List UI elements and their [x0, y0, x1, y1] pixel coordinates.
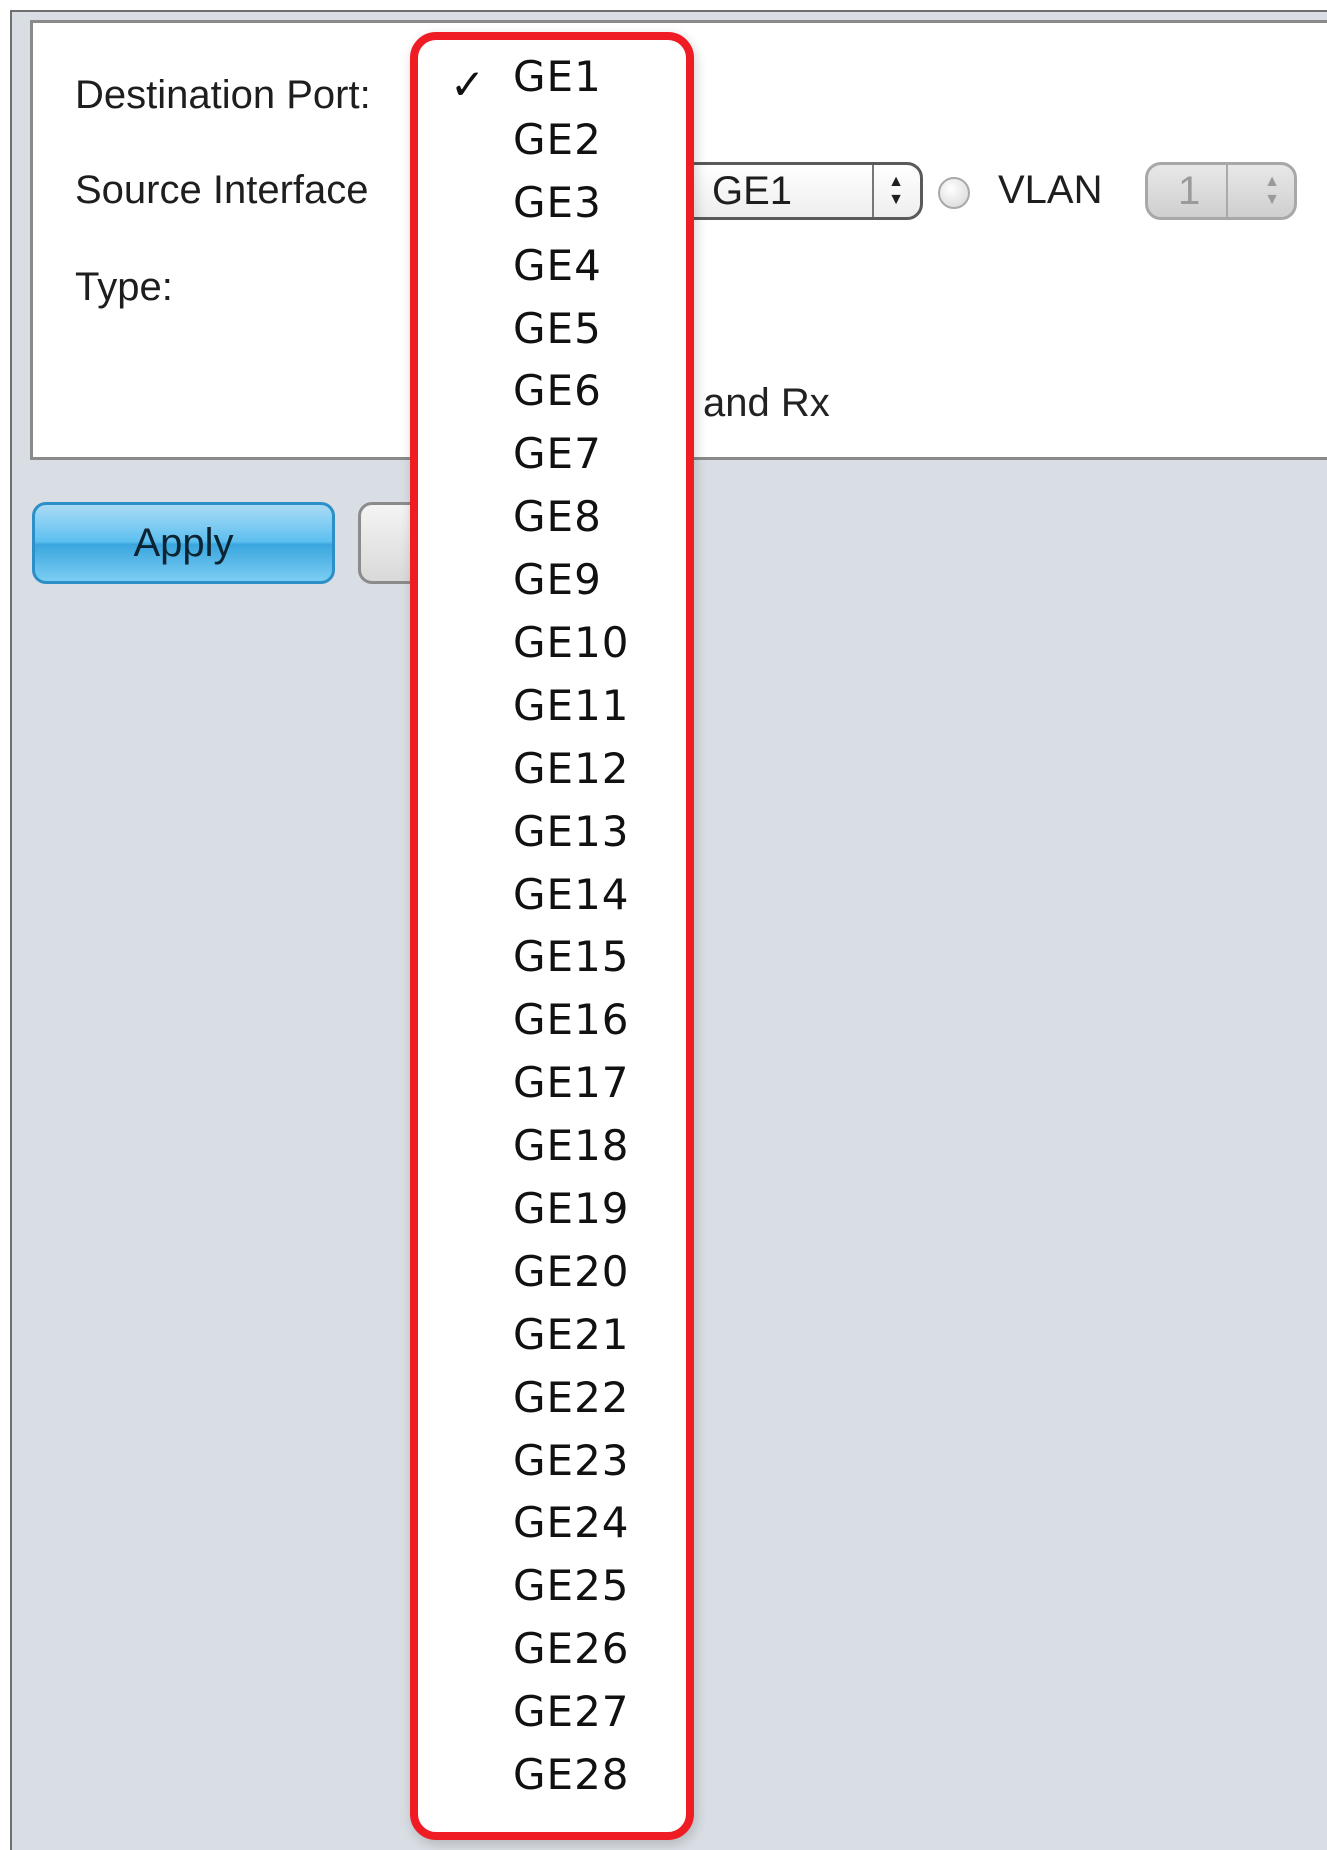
dropdown-option-ge27[interactable]: GE27: [418, 1681, 686, 1744]
dropdown-option-label: GE14: [513, 869, 630, 919]
dropdown-option-ge26[interactable]: GE26: [418, 1618, 686, 1681]
dropdown-option-ge13[interactable]: GE13: [418, 801, 686, 864]
dropdown-option-ge22[interactable]: GE22: [418, 1367, 686, 1430]
dropdown-option-label: GE7: [513, 429, 602, 479]
vlan-select-divider: [1226, 165, 1228, 217]
dropdown-option-ge19[interactable]: GE19: [418, 1178, 686, 1241]
dropdown-option-label: GE28: [513, 1750, 630, 1800]
dropdown-option-ge11[interactable]: GE11: [418, 675, 686, 738]
vlan-value: 1: [1178, 169, 1201, 213]
dropdown-option-ge1[interactable]: ✓ GE1: [418, 46, 686, 109]
source-interface-label: Source Interface: [75, 168, 369, 212]
dropdown-option-label: GE8: [513, 492, 602, 542]
dropdown-option-label: GE20: [513, 1246, 630, 1296]
source-port-select[interactable]: GE1 ▲ ▼: [655, 162, 923, 220]
up-down-arrows-icon: ▲ ▼: [888, 173, 904, 208]
dropdown-option-ge15[interactable]: GE15: [418, 926, 686, 989]
dropdown-option-label: GE11: [513, 680, 630, 730]
dropdown-option-ge8[interactable]: GE8: [418, 486, 686, 549]
dropdown-option-label: GE4: [513, 240, 602, 290]
destination-port-label: Destination Port:: [75, 73, 371, 117]
destination-port-dropdown-menu[interactable]: ✓ GE1 GE2 GE3 GE4 GE5 GE6 GE7 GE8 GE9 GE10 GE11 GE12…: [410, 32, 694, 1840]
dropdown-option-ge25[interactable]: GE25: [418, 1555, 686, 1618]
dropdown-option-ge5[interactable]: GE5: [418, 298, 686, 361]
dropdown-option-ge18[interactable]: GE18: [418, 1115, 686, 1178]
dropdown-option-label: GE19: [513, 1184, 630, 1234]
checkmark-icon: ✓: [450, 60, 486, 109]
dropdown-option-label: GE21: [513, 1309, 630, 1359]
dropdown-option-ge20[interactable]: GE20: [418, 1241, 686, 1304]
dropdown-option-label: GE6: [513, 366, 602, 416]
dropdown-option-ge14[interactable]: GE14: [418, 864, 686, 927]
vlan-radio[interactable]: [938, 177, 970, 209]
dropdown-option-ge7[interactable]: GE7: [418, 423, 686, 486]
dropdown-option-ge16[interactable]: GE16: [418, 989, 686, 1052]
dropdown-option-label: GE1: [513, 52, 602, 101]
dropdown-option-label: GE26: [513, 1624, 630, 1674]
type-label: Type:: [75, 265, 173, 309]
vlan-select[interactable]: 1 ▲ ▼: [1145, 162, 1297, 220]
dropdown-option-label: GE25: [513, 1561, 630, 1611]
screenshot-page: Destination Port: Source Interface GE1 ▲…: [0, 0, 1327, 1850]
dropdown-option-ge6[interactable]: GE6: [418, 360, 686, 423]
dropdown-option-ge9[interactable]: GE9: [418, 549, 686, 612]
dropdown-option-label: GE27: [513, 1687, 630, 1737]
dropdown-option-label: GE16: [513, 995, 630, 1045]
dropdown-option-ge12[interactable]: GE12: [418, 738, 686, 801]
vlan-label: VLAN: [998, 168, 1103, 212]
dropdown-option-label: GE15: [513, 932, 630, 982]
dropdown-option-label: GE17: [513, 1058, 630, 1108]
dropdown-option-ge17[interactable]: GE17: [418, 1052, 686, 1115]
dropdown-option-ge10[interactable]: GE10: [418, 612, 686, 675]
dropdown-option-ge28[interactable]: GE28: [418, 1744, 686, 1807]
dropdown-option-ge3[interactable]: GE3: [418, 172, 686, 235]
vlan-arrows-icon: ▲ ▼: [1264, 173, 1280, 208]
dropdown-option-ge21[interactable]: GE21: [418, 1304, 686, 1367]
type-option-tx-and-rx-partial: and Rx: [703, 381, 830, 425]
dropdown-option-label: GE23: [513, 1435, 630, 1485]
dropdown-option-ge24[interactable]: GE24: [418, 1492, 686, 1555]
dropdown-option-label: GE12: [513, 743, 630, 793]
dropdown-option-ge23[interactable]: GE23: [418, 1430, 686, 1493]
dropdown-option-label: GE5: [513, 303, 602, 353]
dropdown-option-label: GE22: [513, 1372, 630, 1422]
source-port-value: GE1: [712, 169, 793, 213]
dropdown-option-label: GE10: [513, 618, 630, 668]
apply-button[interactable]: Apply: [32, 502, 335, 584]
dropdown-option-label: GE3: [513, 177, 602, 227]
dropdown-option-label: GE9: [513, 555, 602, 605]
destination-port-options: ✓ GE1 GE2 GE3 GE4 GE5 GE6 GE7 GE8 GE9 GE10 GE11 GE12…: [418, 46, 686, 1807]
dropdown-option-ge4[interactable]: GE4: [418, 235, 686, 298]
dropdown-option-label: GE2: [513, 114, 602, 164]
dropdown-option-label: GE24: [513, 1498, 630, 1548]
select-divider: [872, 165, 874, 217]
dropdown-option-label: GE18: [513, 1121, 630, 1171]
dropdown-option-label: GE13: [513, 806, 630, 856]
dropdown-option-ge2[interactable]: GE2: [418, 109, 686, 172]
